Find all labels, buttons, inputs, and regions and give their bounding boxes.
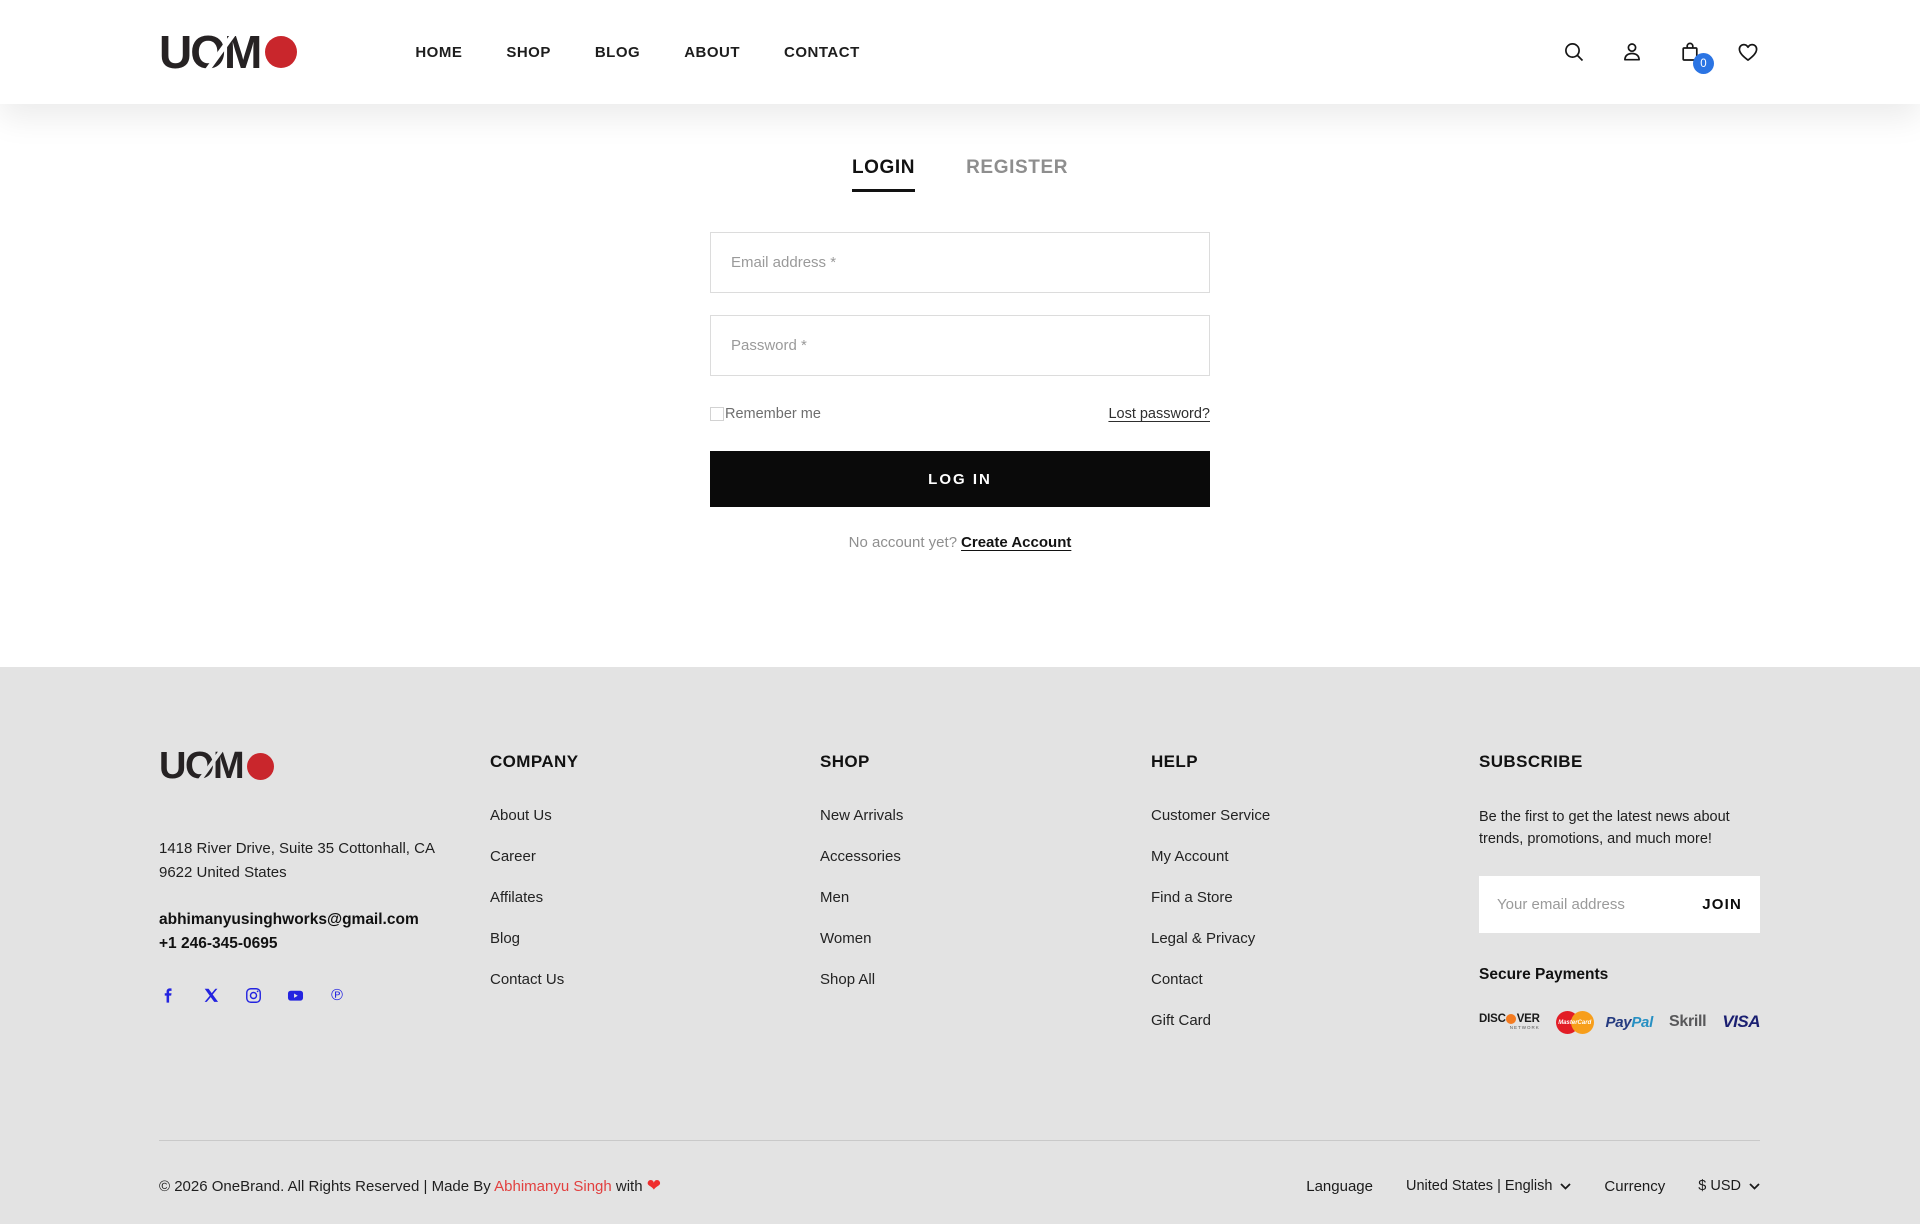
footer-link[interactable]: Affilates [490,889,543,906]
wishlist-heart-icon[interactable] [1736,40,1760,64]
currency-select[interactable]: $ USD [1698,1178,1760,1194]
brand-logo[interactable]: UOM [159,29,297,75]
footer-help-column: HELP Customer Service My Account Find a St… [1151,747,1479,1140]
remember-row: Remember me Lost password? [710,406,1210,422]
footer-link[interactable]: Customer Service [1151,807,1270,824]
currency-label: Currency [1604,1178,1665,1195]
footer-link[interactable]: Career [490,848,536,865]
footer-company-column: COMPANY About Us Career Affilates Blog Conta… [490,747,820,1140]
footer-link[interactable]: About Us [490,807,552,824]
no-account-text: No account yet? [849,534,957,551]
brand-logo-dot [265,36,297,68]
footer-link[interactable]: Gift Card [1151,1012,1211,1029]
chevron-down-icon [1560,1178,1571,1194]
login-page-content: LOGIN REGISTER Remember me Lost password… [0,104,1920,667]
site-header: UOM HOME SHOP BLOG ABOUT CONTACT 0 [0,0,1920,104]
pinterest-icon[interactable]: ℗ [327,986,347,1006]
youtube-icon[interactable] [285,986,305,1006]
remember-me-label[interactable]: Remember me [710,406,821,422]
footer-logo[interactable]: UOM [159,747,490,785]
footer-link[interactable]: Shop All [820,971,875,988]
paypal-logo-icon: PayPal [1606,1014,1653,1031]
nav-item[interactable]: ABOUT [684,44,740,61]
login-button[interactable]: LOG IN [710,451,1210,507]
main-nav: HOME SHOP BLOG ABOUT CONTACT [415,44,859,61]
user-icon[interactable] [1620,40,1644,64]
footer-link[interactable]: Contact [1151,971,1203,988]
mastercard-logo-icon: MasterCard [1556,1011,1590,1034]
cart-bag-icon[interactable]: 0 [1678,40,1702,64]
discover-orange-dot [1506,1014,1516,1024]
footer-link[interactable]: Find a Store [1151,889,1233,906]
subscribe-text: Be the first to get the latest news abou… [1479,807,1769,851]
join-button[interactable]: JOIN [1702,896,1742,913]
header-icons: 0 [1562,40,1760,64]
password-field[interactable] [710,315,1210,376]
auth-tabs: LOGIN REGISTER [0,157,1920,192]
subscribe-title: SUBSCRIBE [1479,752,1760,772]
nav-item[interactable]: SHOP [506,44,551,61]
footer-bottom-bar: © 2026 OneBrand. All Rights Reserved | M… [159,1141,1760,1196]
logo-slash-decoration [203,29,238,74]
language-select[interactable]: United States | English [1406,1178,1571,1194]
secure-payments-title: Secure Payments [1479,966,1760,984]
remember-text: Remember me [725,406,821,422]
lost-password-link[interactable]: Lost password? [1108,406,1210,422]
logo-slash-decoration [195,747,224,785]
remember-checkbox[interactable] [710,407,724,421]
footer-email[interactable]: abhimanyusinghworks@gmail.com [159,908,490,932]
footer-link[interactable]: Contact Us [490,971,564,988]
copyright-text: © 2026 OneBrand. All Rights Reserved | M… [159,1176,661,1196]
facebook-icon[interactable] [159,986,179,1006]
payment-methods: DISCVER NETWORK MasterCard PayPal Skrill… [1479,1011,1760,1034]
footer-link[interactable]: Legal & Privacy [1151,930,1255,947]
social-links: ℗ [159,986,490,1006]
no-account-row: No account yet?Create Account [710,534,1210,551]
discover-logo-icon: DISCVER NETWORK [1479,1014,1540,1031]
footer-link[interactable]: My Account [1151,848,1229,865]
site-footer: UOM 1418 River Drive, Suite 35 Cottonhal… [0,667,1920,1224]
footer-column-title: HELP [1151,752,1479,772]
footer-shop-column: SHOP New Arrivals Accessories Men Women Shop… [820,747,1151,1140]
nav-item[interactable]: BLOG [595,44,640,61]
tab-register[interactable]: REGISTER [966,157,1068,192]
cart-count-badge: 0 [1693,53,1714,74]
nav-item[interactable]: CONTACT [784,44,860,61]
email-field[interactable] [710,232,1210,293]
footer-link[interactable]: Accessories [820,848,901,865]
footer-link[interactable]: Women [820,930,871,947]
skrill-logo-icon: Skrill [1669,1013,1706,1031]
language-label: Language [1306,1178,1373,1195]
create-account-link[interactable]: Create Account [961,534,1071,551]
brand-logo-text: UOM [159,29,260,75]
locale-controls: Language United States | English Currenc… [1306,1178,1760,1195]
author-link[interactable]: Abhimanyu Singh [494,1178,612,1195]
footer-column-title: COMPANY [490,752,820,772]
visa-logo-icon: VISA [1722,1012,1760,1032]
tab-login[interactable]: LOGIN [852,157,915,192]
footer-link[interactable]: Blog [490,930,520,947]
x-twitter-icon[interactable] [201,986,221,1006]
instagram-icon[interactable] [243,986,263,1006]
footer-column-title: SHOP [820,752,1151,772]
footer-brand-column: UOM 1418 River Drive, Suite 35 Cottonhal… [159,747,490,1140]
search-icon[interactable] [1562,40,1586,64]
subscribe-email-input[interactable] [1497,896,1702,913]
heart-icon: ❤ [647,1176,661,1195]
nav-item[interactable]: HOME [415,44,462,61]
footer-subscribe-column: SUBSCRIBE Be the first to get the latest… [1479,747,1760,1140]
footer-logo-text: UOM [159,747,243,785]
chevron-down-icon [1749,1178,1760,1194]
footer-phone[interactable]: +1 246-345-0695 [159,932,490,956]
subscribe-form: JOIN [1479,876,1760,933]
footer-link[interactable]: New Arrivals [820,807,903,824]
login-form: Remember me Lost password? LOG IN No acc… [710,232,1210,551]
footer-address: 1418 River Drive, Suite 35 Cottonhall, C… [159,837,490,886]
footer-contact: abhimanyusinghworks@gmail.com +1 246-345… [159,908,490,956]
footer-logo-dot [247,753,274,780]
footer-link[interactable]: Men [820,889,849,906]
